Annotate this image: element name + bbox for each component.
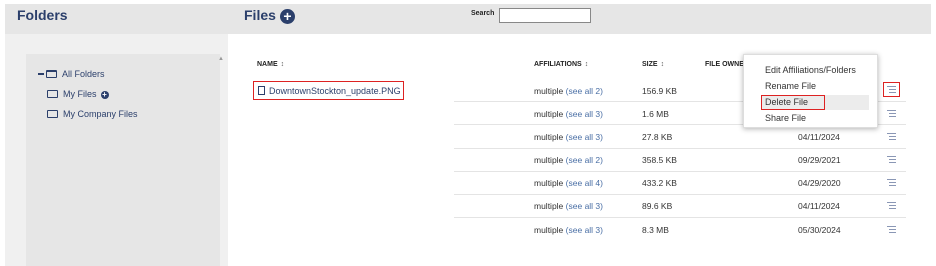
row-actions-icon[interactable] bbox=[887, 202, 896, 209]
size-cell: 27.8 KB bbox=[642, 132, 673, 142]
folder-icon bbox=[47, 90, 58, 98]
affiliations-cell: multiple (see all 2) bbox=[534, 155, 603, 165]
size-cell: 358.5 KB bbox=[642, 155, 677, 165]
top-bar bbox=[5, 4, 931, 34]
size-cell: 156.9 KB bbox=[642, 86, 677, 96]
see-all-link[interactable]: (see all 3) bbox=[566, 132, 603, 142]
tree-item-my-files[interactable]: My Files + bbox=[47, 89, 109, 99]
tree-label-all-folders: All Folders bbox=[62, 69, 105, 79]
add-file-button[interactable]: + bbox=[280, 9, 295, 24]
files-title: Files bbox=[244, 7, 276, 23]
size-cell: 89.6 KB bbox=[642, 201, 673, 211]
search-input[interactable] bbox=[499, 8, 591, 23]
date-cell: 09/29/2021 bbox=[798, 155, 841, 165]
folders-title: Folders bbox=[17, 7, 68, 23]
menu-item-edit-affiliations[interactable]: Edit Affiliations/Folders bbox=[765, 65, 856, 75]
see-all-link[interactable]: (see all 2) bbox=[566, 155, 603, 165]
row-actions-icon[interactable] bbox=[887, 110, 896, 117]
date-cell: 04/29/2020 bbox=[798, 178, 841, 188]
affiliations-cell: multiple (see all 2) bbox=[534, 86, 603, 96]
menu-item-share-file[interactable]: Share File bbox=[765, 113, 806, 123]
tree-item-my-company-files[interactable]: My Company Files bbox=[47, 109, 138, 119]
sort-icon: ↕ bbox=[584, 61, 589, 68]
column-header-affiliations[interactable]: AFFILIATIONS ↕ bbox=[534, 61, 588, 68]
search-label: Search bbox=[471, 10, 495, 17]
add-folder-icon[interactable]: + bbox=[100, 91, 109, 99]
column-header-file-owner[interactable]: FILE OWNE bbox=[705, 61, 744, 68]
date-cell: 04/11/2024 bbox=[798, 201, 840, 211]
row-divider bbox=[454, 148, 906, 149]
affiliations-cell: multiple (see all 3) bbox=[534, 109, 603, 119]
tree-item-all-folders[interactable]: All Folders bbox=[38, 69, 105, 79]
active-row-actions-highlight bbox=[883, 82, 900, 97]
tree-label-my-company-files: My Company Files bbox=[63, 109, 138, 119]
size-cell: 1.6 MB bbox=[642, 109, 669, 119]
sort-icon: ↕ bbox=[280, 61, 285, 68]
collapse-icon bbox=[38, 73, 44, 75]
menu-item-rename-file[interactable]: Rename File bbox=[765, 81, 816, 91]
date-cell: 05/30/2024 bbox=[798, 225, 841, 235]
tree-label-my-files: My Files bbox=[63, 89, 97, 99]
folder-icon bbox=[47, 110, 58, 118]
affiliations-cell: multiple (see all 3) bbox=[534, 201, 603, 211]
see-all-link[interactable]: (see all 3) bbox=[566, 225, 603, 235]
affiliations-cell: multiple (see all 4) bbox=[534, 178, 603, 188]
delete-file-highlight bbox=[761, 95, 825, 110]
affiliations-cell: multiple (see all 3) bbox=[534, 132, 603, 142]
folder-open-icon bbox=[46, 70, 57, 78]
row-actions-icon[interactable] bbox=[887, 133, 896, 140]
row-actions-icon[interactable] bbox=[887, 156, 896, 163]
size-cell: 8.3 MB bbox=[642, 225, 669, 235]
see-all-link[interactable]: (see all 2) bbox=[566, 86, 603, 96]
row-actions-icon[interactable] bbox=[887, 226, 896, 233]
row-divider bbox=[454, 217, 906, 218]
folder-tree[interactable] bbox=[26, 54, 220, 266]
document-icon bbox=[258, 86, 265, 95]
file-context-menu: Edit Affiliations/Folders Rename File De… bbox=[743, 54, 878, 128]
column-header-name[interactable]: NAME ↕ bbox=[257, 61, 284, 68]
see-all-link[interactable]: (see all 4) bbox=[566, 178, 603, 188]
see-all-link[interactable]: (see all 3) bbox=[566, 109, 603, 119]
row-actions-icon[interactable] bbox=[887, 179, 896, 186]
row-divider bbox=[454, 194, 906, 195]
affiliations-cell: multiple (see all 3) bbox=[534, 225, 603, 235]
row-divider bbox=[454, 171, 906, 172]
size-cell: 433.2 KB bbox=[642, 178, 677, 188]
scroll-up-arrow[interactable]: ▲ bbox=[218, 56, 224, 62]
sort-icon: ↕ bbox=[660, 61, 665, 68]
column-header-size[interactable]: SIZE ↕ bbox=[642, 61, 664, 68]
date-cell: 04/11/2024 bbox=[798, 132, 840, 142]
file-name-link[interactable]: DowntownStockton_update.PNG bbox=[253, 81, 404, 100]
see-all-link[interactable]: (see all 3) bbox=[566, 201, 603, 211]
